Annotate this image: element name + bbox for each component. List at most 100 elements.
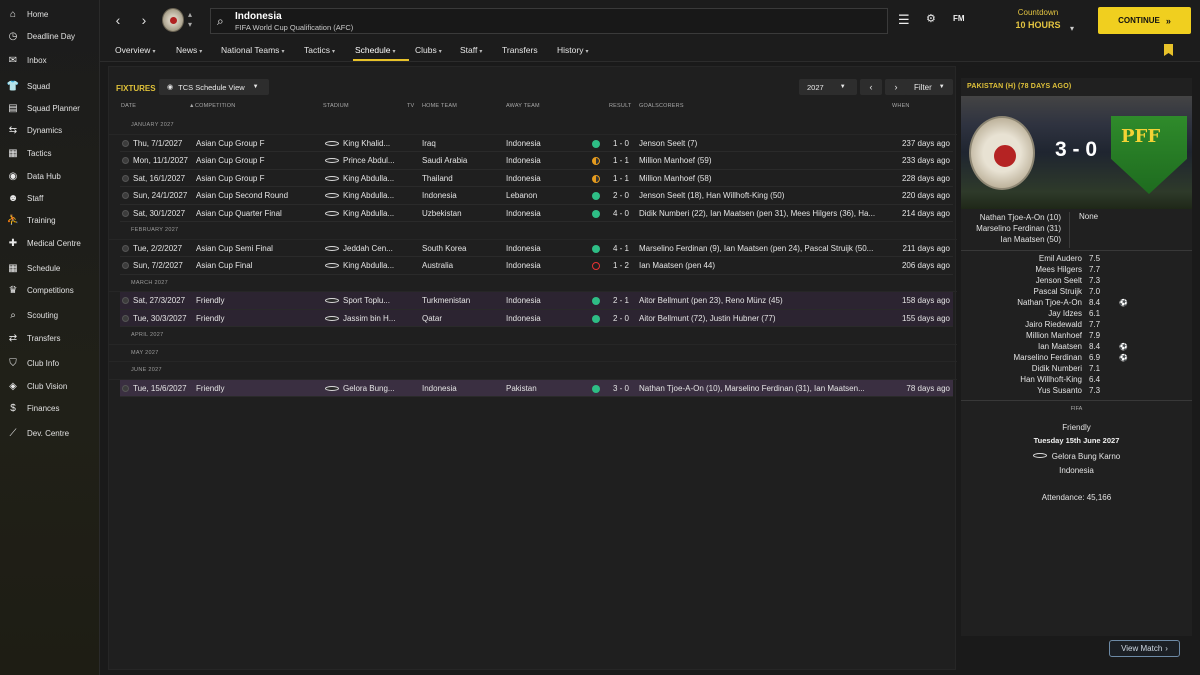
col-away-team[interactable]: AWAY TEAM bbox=[506, 103, 540, 109]
player-rating-row[interactable]: Mees Hilgers 7.7 bbox=[961, 265, 1192, 276]
col-competition[interactable]: COMPETITION bbox=[195, 103, 235, 109]
fixture-competition[interactable]: Friendly bbox=[196, 314, 322, 323]
fixture-row[interactable]: Tue, 30/3/2027 Friendly Jassim bin H... Qat… bbox=[120, 309, 953, 327]
player-rating-row[interactable]: Jenson Seelt 7.3 bbox=[961, 276, 1192, 287]
menu-icon[interactable]: ☰ bbox=[898, 12, 912, 27]
fixture-away-team[interactable]: Indonesia bbox=[506, 139, 588, 148]
sidebar-item-squad[interactable]: 👕 Squad bbox=[0, 75, 99, 97]
club-settings-icon[interactable]: ⚙ bbox=[926, 12, 940, 26]
fixture-away-team[interactable]: Indonesia bbox=[506, 314, 588, 323]
player-rating-row[interactable]: Ian Maatsen 8.4 ⚽ bbox=[961, 342, 1192, 353]
col-date[interactable]: DATE bbox=[121, 103, 136, 109]
fixture-row[interactable]: Mon, 11/1/2027 Asian Cup Group F Prince Ab… bbox=[120, 152, 953, 170]
fixture-row[interactable]: Tue, 2/2/2027 Asian Cup Semi Final Jeddah … bbox=[120, 240, 953, 257]
fixture-stadium[interactable]: King Abdulla... bbox=[343, 174, 417, 183]
fixture-competition[interactable]: Asian Cup Semi Final bbox=[196, 244, 322, 253]
home-scorer[interactable]: Marselino Ferdinan (31) bbox=[961, 223, 1061, 234]
sidebar-item-inbox[interactable]: ✉ Inbox bbox=[0, 49, 99, 71]
team-switch-chevrons-icon[interactable]: ▴ ▾ bbox=[188, 10, 192, 30]
fixture-stadium[interactable]: King Abdulla... bbox=[343, 261, 417, 270]
fixture-home-team[interactable]: South Korea bbox=[422, 244, 504, 253]
col-stadium[interactable]: STADIUM bbox=[323, 103, 349, 109]
sidebar-item-club-vision[interactable]: ◈ Club Vision bbox=[0, 375, 99, 397]
fixture-stadium[interactable]: Gelora Bung... bbox=[343, 384, 417, 393]
fixture-away-team[interactable]: Indonesia bbox=[506, 244, 588, 253]
sidebar-item-transfers[interactable]: ⇄ Transfers bbox=[0, 327, 99, 349]
fixture-home-team[interactable]: Iraq bbox=[422, 139, 504, 148]
fixture-away-team[interactable]: Lebanon bbox=[506, 191, 588, 200]
schedule-view-dropdown[interactable]: ◉ TCS Schedule View ▼ bbox=[159, 79, 269, 95]
team-crest-icon[interactable] bbox=[162, 8, 184, 32]
bookmark-icon[interactable] bbox=[1164, 44, 1173, 56]
col-when[interactable]: WHEN bbox=[892, 103, 910, 109]
previous-year-button[interactable]: ‹ bbox=[860, 79, 882, 95]
player-rating-row[interactable]: Marselino Ferdinan 6.9 ⚽ bbox=[961, 353, 1192, 364]
fixture-stadium[interactable]: King Khalid... bbox=[343, 139, 417, 148]
fixture-score[interactable]: 2 - 1 bbox=[613, 296, 639, 305]
tab-overview[interactable]: Overview ▾ bbox=[115, 45, 155, 55]
fixture-row[interactable]: Sat, 30/1/2027 Asian Cup Quarter Final Kin… bbox=[120, 205, 953, 222]
fixture-home-team[interactable]: Qatar bbox=[422, 314, 504, 323]
fixture-competition[interactable]: Asian Cup Final bbox=[196, 261, 322, 270]
fixture-home-team[interactable]: Turkmenistan bbox=[422, 296, 504, 305]
player-rating-row[interactable]: Jay Idzes 6.1 bbox=[961, 309, 1192, 320]
fixture-stadium[interactable]: King Abdulla... bbox=[343, 191, 417, 200]
sidebar-item-schedule[interactable]: ▦ Schedule bbox=[0, 257, 99, 279]
fixture-away-team[interactable]: Indonesia bbox=[506, 261, 588, 270]
fixture-competition[interactable]: Asian Cup Group F bbox=[196, 174, 322, 183]
sidebar-item-home[interactable]: ⌂ Home bbox=[0, 3, 99, 25]
player-rating-row[interactable]: Didik Numberi 7.1 bbox=[961, 364, 1192, 375]
player-rating-row[interactable]: Nathan Tjoe-A-On 8.4 ⚽ bbox=[961, 298, 1192, 309]
fm-logo[interactable]: FM bbox=[953, 14, 965, 23]
fixture-home-team[interactable]: Uzbekistan bbox=[422, 209, 504, 218]
filter-button[interactable]: Filter ▼ bbox=[905, 79, 953, 95]
fixture-score[interactable]: 4 - 1 bbox=[613, 244, 639, 253]
sidebar-item-tactics[interactable]: ▦ Tactics bbox=[0, 142, 99, 164]
fixture-score[interactable]: 4 - 0 bbox=[613, 209, 639, 218]
fixture-score[interactable]: 2 - 0 bbox=[613, 314, 639, 323]
tab-staff[interactable]: Staff ▾ bbox=[460, 45, 482, 55]
fixture-competition[interactable]: Friendly bbox=[196, 384, 322, 393]
continue-button[interactable]: CONTINUE » bbox=[1098, 7, 1191, 34]
fixture-stadium[interactable]: King Abdulla... bbox=[343, 209, 417, 218]
player-rating-row[interactable]: Emil Audero 7.5 bbox=[961, 254, 1192, 265]
col-tv[interactable]: TV bbox=[407, 103, 414, 109]
col-result[interactable]: RESULT bbox=[609, 103, 632, 109]
fixture-score[interactable]: 3 - 0 bbox=[613, 384, 639, 393]
forward-arrow-icon[interactable]: › bbox=[134, 8, 154, 32]
fixture-stadium[interactable]: Prince Abdul... bbox=[343, 156, 417, 165]
sidebar-item-dynamics[interactable]: ⇆ Dynamics bbox=[0, 119, 99, 141]
player-rating-row[interactable]: Yus Susanto 7.3 bbox=[961, 386, 1192, 397]
fixture-score[interactable]: 1 - 1 bbox=[613, 174, 639, 183]
tab-schedule[interactable]: Schedule ▾ bbox=[355, 45, 395, 55]
sidebar-item-competitions[interactable]: ♛ Competitions bbox=[0, 279, 99, 301]
player-rating-row[interactable]: Pascal Struijk 7.0 bbox=[961, 287, 1192, 298]
sidebar-item-training[interactable]: ⛹ Training bbox=[0, 209, 99, 231]
sidebar-item-deadline-day[interactable]: ◷ Deadline Day bbox=[0, 25, 99, 47]
fixture-score[interactable]: 1 - 2 bbox=[613, 261, 639, 270]
search-box[interactable]: ⌕ Indonesia FIFA World Cup Qualification… bbox=[210, 8, 888, 34]
tab-tactics[interactable]: Tactics ▾ bbox=[304, 45, 335, 55]
tab-history[interactable]: History ▾ bbox=[557, 45, 588, 55]
back-arrow-icon[interactable]: ‹ bbox=[108, 8, 128, 32]
view-match-button[interactable]: View Match › bbox=[1109, 640, 1180, 657]
fixture-home-team[interactable]: Indonesia bbox=[422, 191, 504, 200]
fixture-away-team[interactable]: Indonesia bbox=[506, 156, 588, 165]
sidebar-item-dev-centre[interactable]: ⟋ Dev. Centre bbox=[0, 422, 99, 444]
fixture-stadium[interactable]: Sport Toplu... bbox=[343, 296, 417, 305]
fixture-row[interactable]: Sun, 24/1/2027 Asian Cup Second Round King… bbox=[120, 187, 953, 205]
sidebar-item-squad-planner[interactable]: ▤ Squad Planner bbox=[0, 97, 99, 119]
fixture-score[interactable]: 2 - 0 bbox=[613, 191, 639, 200]
sidebar-item-medical-centre[interactable]: ✚ Medical Centre bbox=[0, 232, 99, 254]
tab-news[interactable]: News ▾ bbox=[176, 45, 202, 55]
fixture-row[interactable]: Tue, 15/6/2027 Friendly Gelora Bung... Indo… bbox=[120, 379, 953, 397]
player-rating-row[interactable]: Han Willhoft-King 6.4 bbox=[961, 375, 1192, 386]
fixture-score[interactable]: 1 - 0 bbox=[613, 139, 639, 148]
countdown[interactable]: Countdown 10 HOURS bbox=[986, 8, 1090, 30]
player-rating-row[interactable]: Jairo Riedewald 7.7 bbox=[961, 320, 1192, 331]
fixture-competition[interactable]: Asian Cup Group F bbox=[196, 139, 322, 148]
sidebar-item-staff[interactable]: ☻ Staff bbox=[0, 187, 99, 209]
tab-transfers[interactable]: Transfers bbox=[502, 45, 538, 55]
tab-clubs[interactable]: Clubs ▾ bbox=[415, 45, 442, 55]
fixture-row[interactable]: Sat, 16/1/2027 Asian Cup Group F King Abdu… bbox=[120, 170, 953, 187]
